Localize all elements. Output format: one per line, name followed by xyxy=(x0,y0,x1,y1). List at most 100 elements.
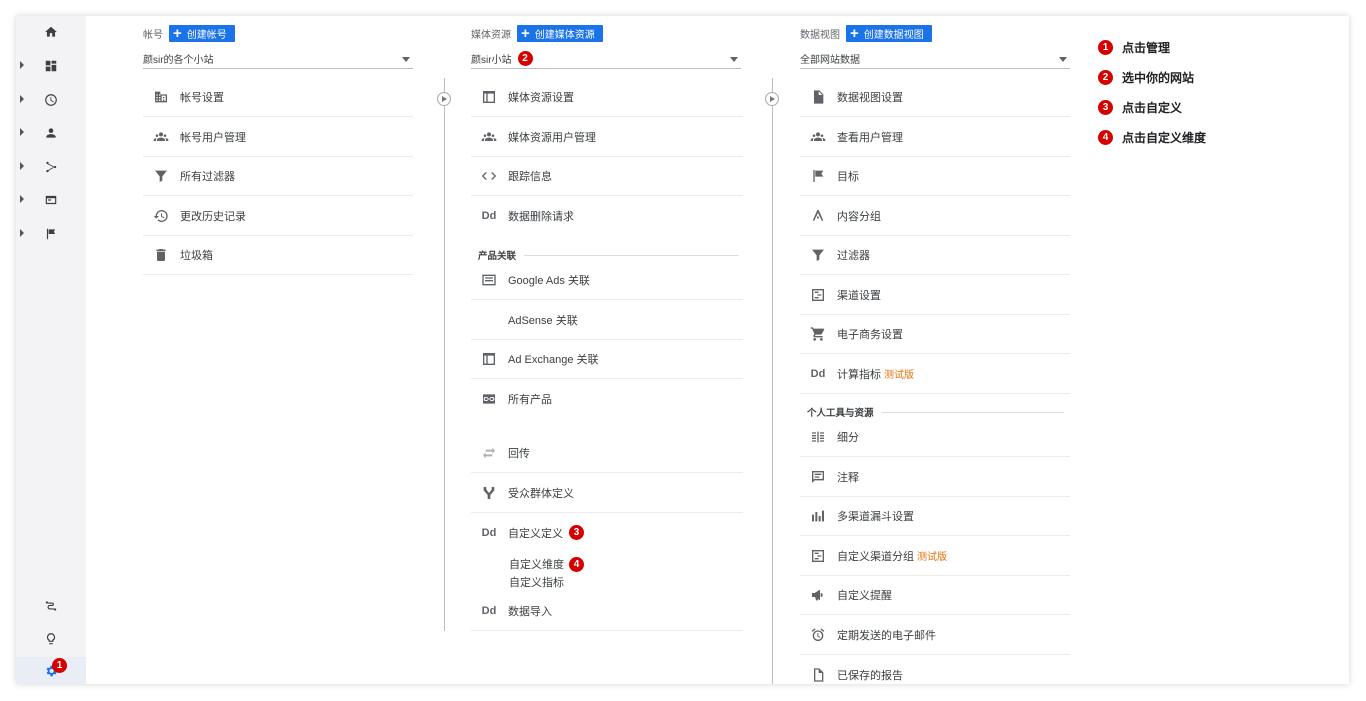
audience-nav-item[interactable] xyxy=(16,121,86,145)
menu-item-label: 渠道设置 xyxy=(837,289,881,302)
menu-item[interactable]: 电子商务设置 xyxy=(800,315,1070,354)
property-selected-value: 颜sir小站 xyxy=(471,55,512,66)
menu-item-label: 自定义提醒 xyxy=(837,590,892,602)
menu-item[interactable]: Dd 数据导入 xyxy=(471,592,743,631)
plus-icon: + xyxy=(521,24,530,42)
menu-item[interactable]: 回传 xyxy=(471,434,743,473)
menu-item-icon-wrap xyxy=(150,128,172,146)
admin-nav-item[interactable] xyxy=(16,657,86,684)
menu-item[interactable]: 自定义渠道分组 测试版 xyxy=(800,537,1070,576)
menu-item-label: 过滤器 xyxy=(837,250,870,262)
menu-item[interactable]: 内容分组 xyxy=(800,197,1070,236)
window-icon xyxy=(483,353,495,365)
menu-item[interactable]: 媒体资源设置 xyxy=(471,78,743,117)
menu-item[interactable]: 垃圾箱 xyxy=(143,236,413,275)
navigate-arrow-icon[interactable] xyxy=(765,92,779,106)
menu-item[interactable]: 已保存的报告 xyxy=(800,655,1070,684)
menu-item[interactable]: 细分 xyxy=(800,418,1070,457)
menu-item[interactable]: 所有产品 xyxy=(471,380,743,419)
left-nav-rail: 1 xyxy=(16,16,86,684)
menu-item-label: Google Ads 关联 xyxy=(508,275,590,287)
menu-item[interactable]: Dd 计算指标 测试版 xyxy=(800,355,1070,394)
menu-item[interactable]: 自定义提醒 xyxy=(800,576,1070,615)
menu-item[interactable]: AdSense 关联 xyxy=(471,301,743,340)
link-icon xyxy=(483,394,495,404)
legend-text: 点击管理 xyxy=(1122,40,1171,55)
legend-item: 1 点击管理 xyxy=(1098,32,1206,62)
legend-text: 选中你的网站 xyxy=(1122,70,1195,85)
menu-item-icon-wrap xyxy=(150,207,172,225)
section-title: 产品关联 xyxy=(478,248,740,262)
property-selector[interactable]: 颜sir小站 2 xyxy=(471,49,741,69)
acquisition-nav-item[interactable] xyxy=(16,155,86,179)
beta-tag: 测试版 xyxy=(917,552,947,563)
customization-nav-item[interactable] xyxy=(16,54,86,78)
menu-item-icon-wrap xyxy=(478,350,500,368)
menu-item[interactable]: 更改历史记录 xyxy=(143,197,413,236)
section-title: 个人工具与资源 xyxy=(807,405,1064,419)
legend-item: 3 点击自定义 xyxy=(1098,92,1206,122)
menu-item-icon-wrap xyxy=(807,666,829,684)
behavior-nav-item[interactable] xyxy=(16,188,86,212)
menu-item[interactable]: 帐号用户管理 xyxy=(143,118,413,157)
code-icon xyxy=(481,172,497,180)
menu-item-icon-wrap: Dd xyxy=(478,602,500,620)
plus-icon: + xyxy=(850,24,859,42)
menu-item[interactable]: 数据视图设置 xyxy=(800,78,1070,117)
alarm-icon xyxy=(811,627,825,641)
create-property-label: 创建媒体资源 xyxy=(534,29,595,41)
realtime-nav-item[interactable] xyxy=(16,88,86,112)
view-selector[interactable]: 全部网站数据 xyxy=(800,49,1070,69)
menu-item-icon-wrap xyxy=(150,88,172,106)
menu-item-label: 多渠道漏斗设置 xyxy=(837,511,914,523)
conversions-nav-item[interactable] xyxy=(16,222,86,246)
navigate-arrow-icon[interactable] xyxy=(437,92,451,106)
menu-item[interactable]: 跟踪信息 xyxy=(471,157,743,196)
realtime-icon xyxy=(45,94,57,106)
menu-item[interactable]: Dd 数据删除请求 xyxy=(471,197,743,236)
menu-item-label: 细分 xyxy=(837,432,859,444)
create-view-button[interactable]: + 创建数据视图 xyxy=(846,24,932,42)
menu-item[interactable]: 多渠道漏斗设置 xyxy=(800,497,1070,536)
menu-item[interactable]: 所有过滤器 xyxy=(143,157,413,196)
menu-item[interactable]: Ad Exchange 关联 xyxy=(471,340,743,379)
menu-item-label: AdSense 关联 xyxy=(508,314,578,327)
view-header-label: 数据视图 xyxy=(800,29,840,41)
menu-item[interactable]: 媒体资源用户管理 xyxy=(471,118,743,157)
menu-item-icon-wrap xyxy=(150,167,172,185)
menu-item[interactable]: 受众群体定义 xyxy=(471,474,743,513)
legend-text: 点击自定义维度 xyxy=(1122,130,1207,145)
property-header-label: 媒体资源 xyxy=(471,29,511,41)
menu-item[interactable]: Dd 自定义定义 3 xyxy=(471,513,743,552)
menu-item-label: 查看用户管理 xyxy=(837,131,903,144)
menu-item[interactable]: 渠道设置 xyxy=(800,276,1070,315)
step-badge: 3 xyxy=(1098,99,1113,115)
report-icon xyxy=(814,667,824,682)
menu-item-label: 帐号用户管理 xyxy=(180,131,246,144)
home-nav-item[interactable] xyxy=(16,20,86,44)
create-property-button[interactable]: + 创建媒体资源 xyxy=(517,24,603,42)
menu-item[interactable]: 目标 xyxy=(800,157,1070,196)
custom-sub-item[interactable]: 自定义指标 xyxy=(509,575,564,589)
account-selector[interactable]: 颜sir的各个小站 xyxy=(143,49,413,69)
postback-icon xyxy=(483,447,495,459)
menu-item[interactable]: 查看用户管理 xyxy=(800,118,1070,157)
account-header: 帐号 + 创建帐号 xyxy=(143,24,235,42)
custom-sub-item[interactable]: 自定义维度 4 xyxy=(509,556,584,572)
discover-nav-item[interactable] xyxy=(16,627,86,651)
menu-item-label: 受众群体定义 xyxy=(508,487,574,500)
filter-icon xyxy=(155,170,167,182)
menu-item[interactable]: 定期发送的电子邮件 xyxy=(800,616,1070,655)
filter-icon xyxy=(812,249,824,261)
create-account-button[interactable]: + 创建帐号 xyxy=(169,24,235,42)
acquisition-icon xyxy=(46,161,57,173)
dropdown-arrow-icon xyxy=(1059,57,1067,62)
menu-item[interactable]: 过滤器 xyxy=(800,236,1070,275)
menu-item[interactable]: Google Ads 关联 xyxy=(471,261,743,300)
ads-icon xyxy=(482,274,496,286)
comment-icon xyxy=(812,470,824,483)
menu-item[interactable]: 帐号设置 xyxy=(143,78,413,117)
bar-chart-icon xyxy=(812,510,824,522)
attribution-nav-item[interactable] xyxy=(16,594,86,618)
menu-item[interactable]: 注释 xyxy=(800,458,1070,497)
